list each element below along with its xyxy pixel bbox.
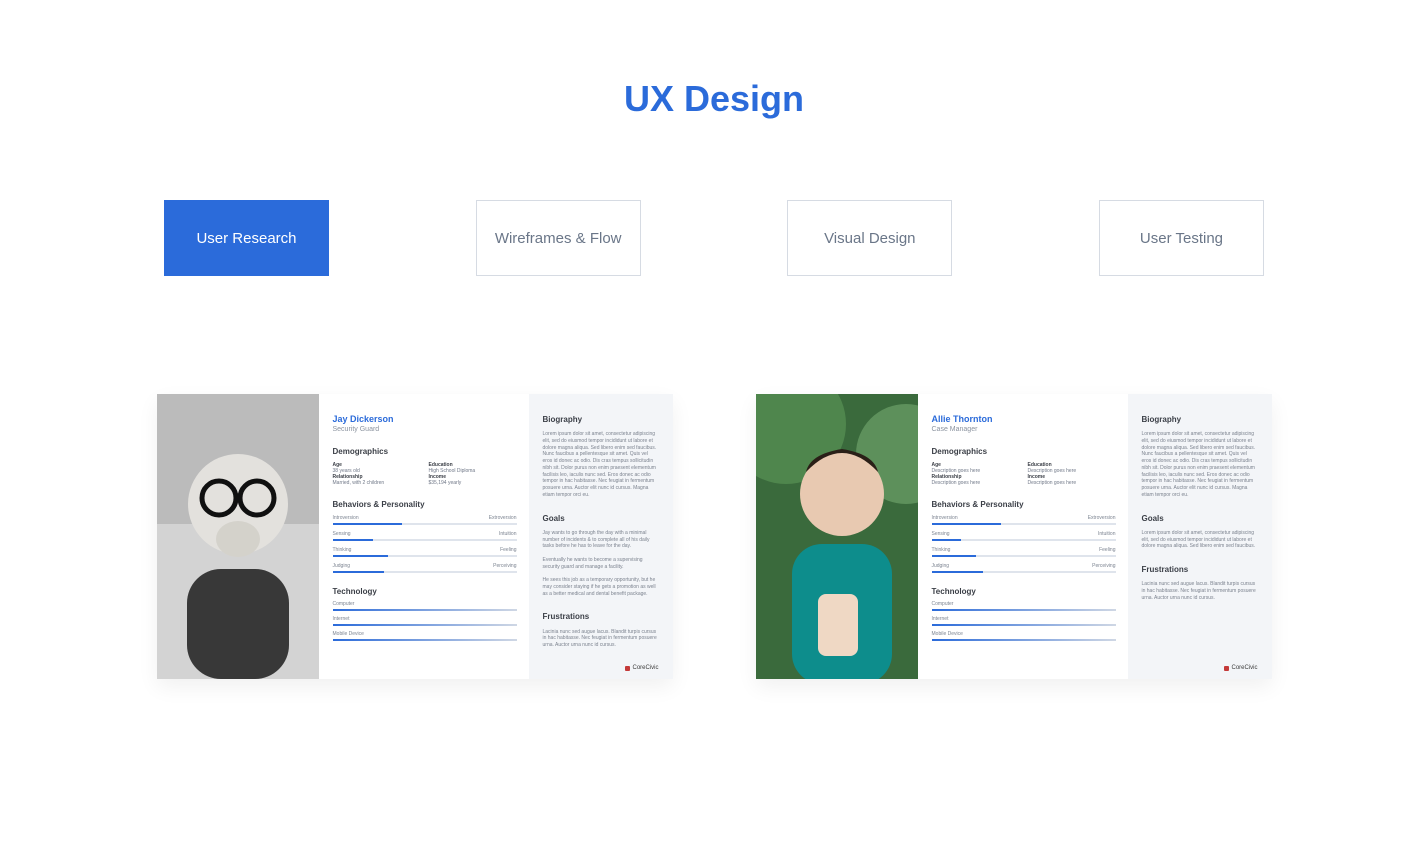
text-goals: Lorem ipsum dolor sit amet, consectetur … xyxy=(1142,530,1258,550)
persona-cards: Jay Dickerson Security Guard Demographic… xyxy=(157,394,1272,679)
persona-narrative: Biography Lorem ipsum dolor sit amet, co… xyxy=(1128,394,1272,679)
section-technology: Technology xyxy=(333,587,517,596)
trait-thinking: Thinking Feeling xyxy=(333,547,517,557)
persona-info: Allie Thornton Case Manager Demographics… xyxy=(918,394,1128,679)
trait-left: Introversion xyxy=(932,515,958,521)
trait-right: Feeling xyxy=(1099,547,1115,553)
trait-sensing: Sensing Intuition xyxy=(932,531,1116,541)
tab-bar: User Research Wireframes & Flow Visual D… xyxy=(164,200,1264,276)
tech-label: Mobile Device xyxy=(333,631,517,637)
section-technology: Technology xyxy=(932,587,1116,596)
heading-biography: Biography xyxy=(1142,414,1258,425)
trait-fill xyxy=(932,523,1002,525)
heading-goals: Goals xyxy=(543,513,659,524)
tab-user-research[interactable]: User Research xyxy=(164,200,329,276)
trait-fill xyxy=(932,571,984,573)
trait-fill xyxy=(932,555,976,557)
tech-label: Internet xyxy=(333,616,517,622)
trait-left: Judging xyxy=(932,563,950,569)
persona-role: Security Guard xyxy=(333,426,517,433)
tech-label: Internet xyxy=(932,616,1116,622)
persona-narrative: Biography Lorem ipsum dolor sit amet, co… xyxy=(529,394,673,679)
heading-frustrations: Frustrations xyxy=(543,611,659,622)
brand-icon xyxy=(625,666,630,671)
heading-goals: Goals xyxy=(1142,513,1258,524)
page-title: UX Design xyxy=(0,78,1428,120)
trait-left: Introversion xyxy=(333,515,359,521)
persona-name: Jay Dickerson xyxy=(333,414,517,424)
trait-right: Perceiving xyxy=(1092,563,1115,569)
trait-left: Thinking xyxy=(333,547,352,553)
trait-fill xyxy=(333,539,373,541)
persona-info: Jay Dickerson Security Guard Demographic… xyxy=(319,394,529,679)
trait-judging: Judging Perceiving xyxy=(932,563,1116,573)
section-demographics: Demographics xyxy=(932,447,1116,456)
persona-card-jay: Jay Dickerson Security Guard Demographic… xyxy=(157,394,673,679)
trait-thinking: Thinking Feeling xyxy=(932,547,1116,557)
brand-logo: CoreCivic xyxy=(625,665,658,671)
trait-fill xyxy=(333,523,403,525)
persona-card-allie: Allie Thornton Case Manager Demographics… xyxy=(756,394,1272,679)
text-biography: Lorem ipsum dolor sit amet, consectetur … xyxy=(543,431,659,499)
tech-label: Mobile Device xyxy=(932,631,1116,637)
trait-fill xyxy=(333,571,385,573)
trait-left: Judging xyxy=(333,563,351,569)
trait-left: Sensing xyxy=(333,531,351,537)
tech-mobile: Mobile Device xyxy=(333,631,517,641)
tech-mobile: Mobile Device xyxy=(932,631,1116,641)
value-relationship: Married, with 2 children xyxy=(333,480,421,486)
trait-left: Sensing xyxy=(932,531,950,537)
brand-icon xyxy=(1224,666,1229,671)
value-relationship: Description goes here xyxy=(932,480,1020,486)
tech-label: Computer xyxy=(333,601,517,607)
trait-right: Extroversion xyxy=(489,515,517,521)
brand-text: CoreCivic xyxy=(1231,665,1257,671)
trait-introversion: Introversion Extroversion xyxy=(333,515,517,525)
section-behaviors: Behaviors & Personality xyxy=(333,500,517,509)
trait-fill xyxy=(932,539,961,541)
value-income: $35,194 yearly xyxy=(429,480,517,486)
persona-photo xyxy=(756,394,918,679)
tab-wireframes-flow[interactable]: Wireframes & Flow xyxy=(476,200,641,276)
trait-introversion: Introversion Extroversion xyxy=(932,515,1116,525)
section-demographics: Demographics xyxy=(333,447,517,456)
trait-sensing: Sensing Intuition xyxy=(333,531,517,541)
text-biography: Lorem ipsum dolor sit amet, consectetur … xyxy=(1142,431,1258,499)
trait-right: Feeling xyxy=(500,547,516,553)
tech-internet: Internet xyxy=(932,616,1116,626)
heading-biography: Biography xyxy=(543,414,659,425)
brand-logo: CoreCivic xyxy=(1224,665,1257,671)
trait-fill xyxy=(333,555,388,557)
value-income: Description goes here xyxy=(1028,480,1116,486)
trait-right: Perceiving xyxy=(493,563,516,569)
brand-text: CoreCivic xyxy=(632,665,658,671)
trait-right: Extroversion xyxy=(1088,515,1116,521)
persona-name: Allie Thornton xyxy=(932,414,1116,424)
tech-computer: Computer xyxy=(932,601,1116,611)
trait-right: Intuition xyxy=(1098,531,1116,537)
tech-label: Computer xyxy=(932,601,1116,607)
tab-user-testing[interactable]: User Testing xyxy=(1099,200,1264,276)
persona-role: Case Manager xyxy=(932,426,1116,433)
heading-frustrations: Frustrations xyxy=(1142,564,1258,575)
persona-photo xyxy=(157,394,319,679)
trait-right: Intuition xyxy=(499,531,517,537)
trait-judging: Judging Perceiving xyxy=(333,563,517,573)
text-goals: Jay wants to go through the day with a m… xyxy=(543,530,659,598)
text-frustrations: Lacinia nunc sed augue lacus. Blandit tu… xyxy=(543,629,659,649)
tab-visual-design[interactable]: Visual Design xyxy=(787,200,952,276)
trait-left: Thinking xyxy=(932,547,951,553)
tech-internet: Internet xyxy=(333,616,517,626)
section-behaviors: Behaviors & Personality xyxy=(932,500,1116,509)
text-frustrations: Lacinia nunc sed augue lacus. Blandit tu… xyxy=(1142,581,1258,601)
tech-computer: Computer xyxy=(333,601,517,611)
